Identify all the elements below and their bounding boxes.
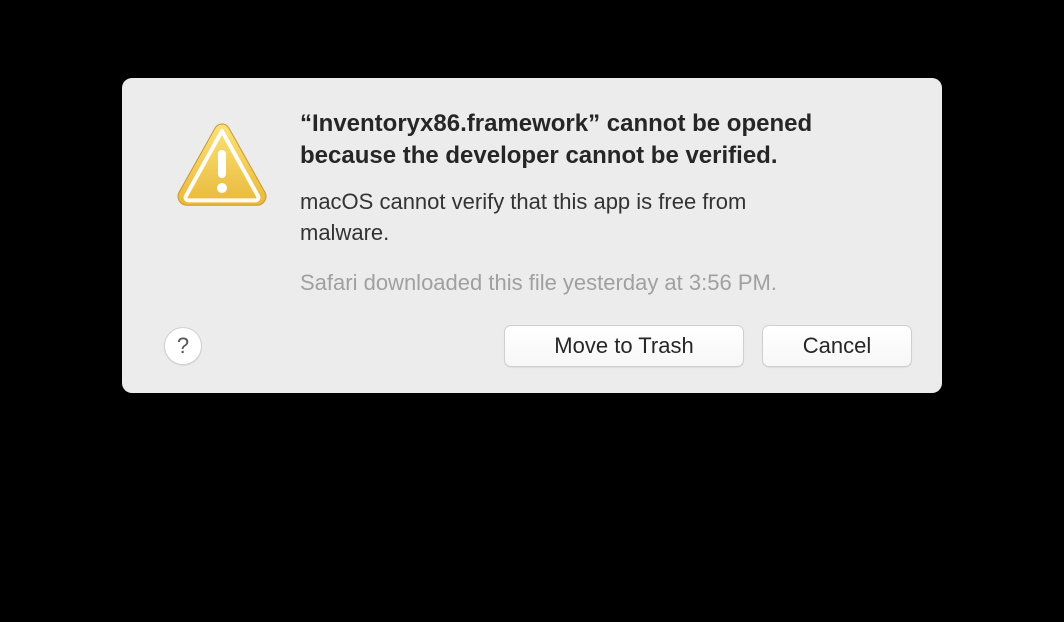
- dialog-body: “Inventoryx86.framework” cannot be opene…: [152, 108, 912, 299]
- dialog-heading: “Inventoryx86.framework” cannot be opene…: [300, 108, 902, 173]
- help-button[interactable]: ?: [164, 327, 202, 365]
- dialog-subtext: macOS cannot verify that this app is fre…: [300, 187, 760, 249]
- dialog-footer: ? Move to Trash Cancel: [152, 325, 912, 367]
- gatekeeper-dialog: “Inventoryx86.framework” cannot be opene…: [122, 78, 942, 393]
- icon-column: [152, 108, 272, 223]
- button-row: Move to Trash Cancel: [504, 325, 912, 367]
- dialog-detail: Safari downloaded this file yesterday at…: [300, 268, 902, 299]
- cancel-button[interactable]: Cancel: [762, 325, 912, 367]
- text-column: “Inventoryx86.framework” cannot be opene…: [300, 108, 912, 299]
- move-to-trash-button[interactable]: Move to Trash: [504, 325, 744, 367]
- warning-icon: [172, 118, 272, 218]
